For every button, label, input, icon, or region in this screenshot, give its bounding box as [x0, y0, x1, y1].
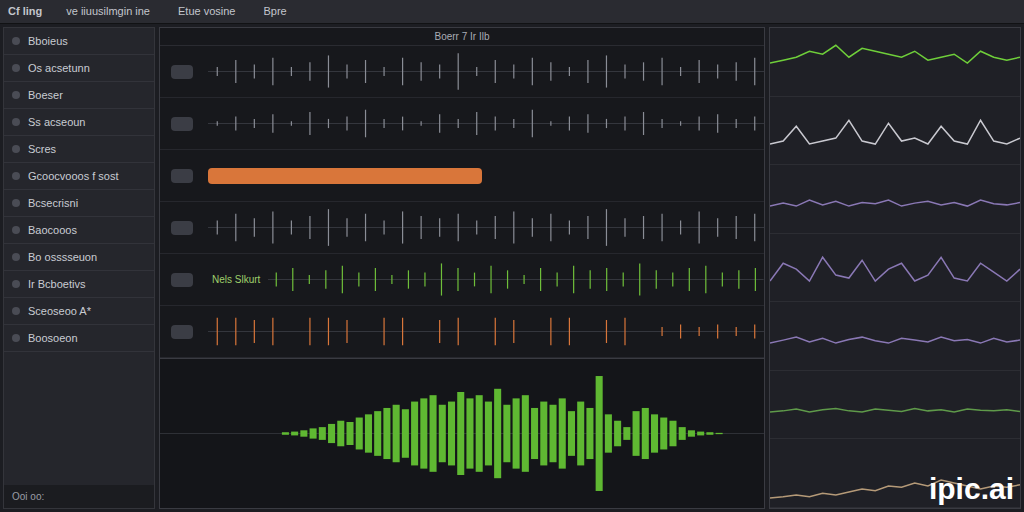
sidebar-label[interactable]: Gcoocvooos f sost	[28, 168, 119, 185]
sidebar-label[interactable]: Scres	[28, 141, 56, 158]
track-row[interactable]	[160, 202, 764, 254]
window-title: Cf ling	[8, 3, 42, 20]
sidebar-label[interactable]: Bo osssseuon	[28, 249, 97, 266]
sidebar-item[interactable]: Bo osssseuon	[4, 244, 154, 271]
sidebar-item[interactable]: Ir Bcboetivs	[4, 271, 154, 298]
waveform-editor[interactable]	[160, 358, 764, 508]
track-label: Nels Slkurt	[208, 272, 264, 287]
panel-header: Boerr 7 Ir Ilb	[160, 28, 764, 46]
scope-graph	[770, 234, 1020, 302]
track-waveform	[208, 306, 764, 357]
track-icon	[171, 65, 193, 79]
title-bar: Cf ling ve iiuusilmgin ine Etue vosine Bpre	[0, 0, 1024, 24]
track-row[interactable]	[160, 98, 764, 150]
status-bar: Ooi oo:	[4, 485, 154, 508]
track-header[interactable]	[160, 98, 204, 149]
track-icon	[171, 273, 193, 287]
clip-lane	[208, 150, 764, 201]
scope-panel	[769, 27, 1021, 509]
clip-fill[interactable]	[208, 168, 482, 184]
arrange-panel: Boerr 7 Ir Ilb Nels Slkurt	[159, 27, 765, 509]
track-icon	[12, 226, 20, 234]
sidebar-item[interactable]: Ss acseoun	[4, 109, 154, 136]
sidebar-label[interactable]: Bcsecrisni	[28, 195, 78, 212]
track-icon	[12, 280, 20, 288]
main-waveform	[160, 359, 764, 508]
track-header[interactable]	[160, 202, 204, 253]
sidebar-item[interactable]: Boeser	[4, 82, 154, 109]
clip-track	[208, 168, 756, 184]
track-icon	[12, 334, 20, 342]
track-waveform	[268, 254, 764, 305]
scope-graph	[770, 371, 1020, 439]
status-text: Ooi oo:	[12, 491, 44, 502]
track-icon	[12, 253, 20, 261]
track-header[interactable]	[160, 254, 204, 305]
scope-row	[770, 234, 1020, 303]
menu-item[interactable]: Etue vosine	[174, 3, 239, 20]
scope-graph	[770, 28, 1020, 96]
sidebar-label[interactable]: Bboieus	[28, 33, 68, 50]
track-row[interactable]	[160, 150, 764, 202]
sidebar-item[interactable]: Bboieus	[4, 28, 154, 55]
sidebar-item[interactable]: Gcoocvooos f sost	[4, 163, 154, 190]
sidebar: Bboieus Os acsetunn Boeser Ss acseoun Scres G…	[3, 27, 155, 509]
track-icon	[171, 325, 193, 339]
track-icon	[171, 221, 193, 235]
sidebar-label[interactable]: Boeser	[28, 87, 63, 104]
scope-row	[770, 165, 1020, 234]
track-waveform	[208, 46, 764, 97]
scope-row	[770, 302, 1020, 371]
track-icon	[12, 37, 20, 45]
track-icon	[12, 172, 20, 180]
workspace: Bboieus Os acsetunn Boeser Ss acseoun Scres G…	[0, 24, 1024, 512]
sidebar-label[interactable]: Baocooos	[28, 222, 77, 239]
track-waveform	[208, 98, 764, 149]
menu-item[interactable]: ve iiuusilmgin ine	[62, 3, 154, 20]
menu-item[interactable]: Bpre	[259, 3, 290, 20]
sidebar-label[interactable]: Ir Bcboetivs	[28, 276, 85, 293]
track-icon	[12, 145, 20, 153]
track-row[interactable]	[160, 46, 764, 98]
sidebar-label[interactable]: Boosoeon	[28, 330, 78, 347]
sidebar-item[interactable]: Boosoeon	[4, 325, 154, 352]
track-icon	[171, 117, 193, 131]
sidebar-item[interactable]: Baocooos	[4, 217, 154, 244]
sidebar-label[interactable]: Ss acseoun	[28, 114, 85, 131]
scope-row	[770, 28, 1020, 97]
sidebar-label[interactable]: Sceoseoo A*	[28, 303, 91, 320]
scope-row	[770, 371, 1020, 440]
sidebar-label[interactable]: Os acsetunn	[28, 60, 90, 77]
sidebar-item[interactable]: Os acsetunn	[4, 55, 154, 82]
scope-graph	[770, 302, 1020, 370]
track-icon	[12, 64, 20, 72]
track-icon	[12, 118, 20, 126]
sidebar-item[interactable]: Bcsecrisni	[4, 190, 154, 217]
track-header[interactable]	[160, 150, 204, 201]
sidebar-item[interactable]: Sceoseoo A*	[4, 298, 154, 325]
panel-title: Boerr 7 Ir Ilb	[434, 29, 489, 44]
scope-graph	[770, 165, 1020, 233]
track-icon	[12, 91, 20, 99]
sidebar-item[interactable]: Scres	[4, 136, 154, 163]
track-row[interactable]	[160, 306, 764, 358]
watermark: ipic.ai	[929, 474, 1014, 504]
track-header[interactable]	[160, 46, 204, 97]
track-icon	[12, 199, 20, 207]
track-header[interactable]	[160, 306, 204, 357]
track-icon	[12, 307, 20, 315]
scope-graph	[770, 97, 1020, 165]
track-waveform	[208, 202, 764, 253]
scope-row	[770, 97, 1020, 166]
track-row[interactable]: Nels Slkurt	[160, 254, 764, 306]
track-list: Nels Slkurt	[160, 46, 764, 358]
track-icon	[171, 169, 193, 183]
